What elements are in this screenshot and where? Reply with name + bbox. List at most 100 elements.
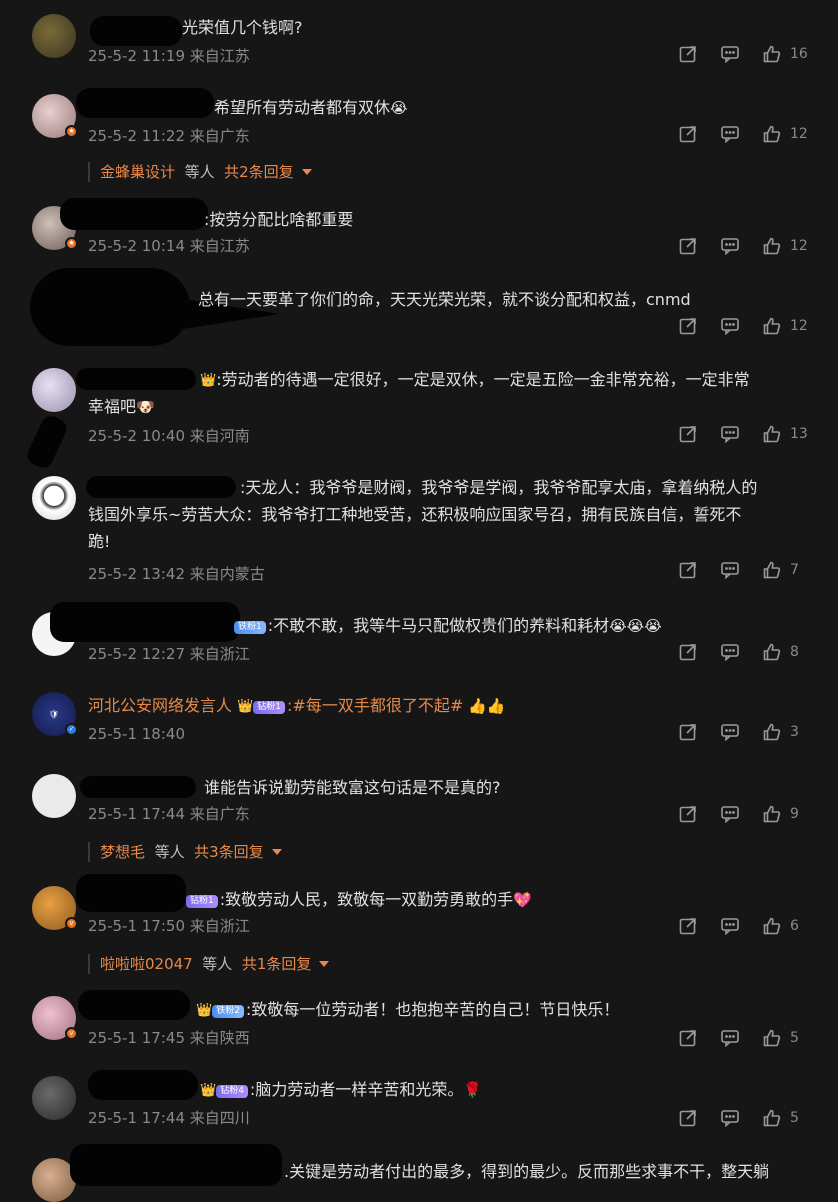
reply-user-link[interactable]: 啦啦啦02047 (100, 955, 193, 973)
share-button[interactable] (678, 916, 698, 936)
like-button[interactable]: 9 (762, 804, 808, 824)
like-icon (762, 1108, 782, 1128)
like-count: 7 (790, 562, 799, 578)
comment-icon (720, 44, 740, 64)
comment-meta: 25-5-2 12:27 来自浙江 (88, 645, 250, 663)
like-icon (762, 722, 782, 742)
avatar[interactable]: 🛡 ✓ (32, 692, 78, 736)
share-button[interactable] (678, 124, 698, 144)
like-icon (762, 560, 782, 580)
share-button[interactable] (678, 316, 698, 336)
comment-icon (720, 424, 740, 444)
like-button[interactable]: 16 (762, 44, 808, 64)
share-icon (678, 1028, 698, 1048)
avatar[interactable]: v (32, 996, 78, 1040)
like-count: 5 (790, 1110, 799, 1126)
comment-text: .关键是劳动者付出的最多，得到的最少。反而那些求事不干，整天躺 (284, 1162, 770, 1181)
reply-user-link[interactable]: 金蜂巢设计 (100, 163, 175, 181)
reply-count[interactable]: 共1条回复 (242, 955, 312, 973)
reply-button[interactable] (720, 316, 740, 336)
share-button[interactable] (678, 424, 698, 444)
share-button[interactable] (678, 804, 698, 824)
avatar[interactable] (32, 476, 76, 520)
avatar[interactable] (32, 14, 76, 58)
reply-button[interactable] (720, 722, 740, 742)
reply-button[interactable] (720, 1108, 740, 1128)
verified-badge-icon: ★ (65, 125, 78, 138)
comment-actions: 13 (678, 424, 808, 444)
reply-button[interactable] (720, 642, 740, 662)
reply-button[interactable] (720, 804, 740, 824)
reply-user-link[interactable]: 梦想毛 (100, 843, 145, 861)
fan-badge: 钻粉4 (216, 1085, 248, 1098)
avatar[interactable]: v (32, 886, 78, 930)
share-button[interactable] (678, 1108, 698, 1128)
like-button[interactable]: 13 (762, 424, 808, 444)
like-button[interactable]: 12 (762, 316, 808, 336)
like-button[interactable]: 7 (762, 560, 808, 580)
share-icon (678, 560, 698, 580)
reply-button[interactable] (720, 236, 740, 256)
comment-text: 希望所有劳动者都有双休😭 (214, 98, 408, 117)
like-count: 12 (790, 126, 808, 142)
share-button[interactable] (678, 560, 698, 580)
avatar[interactable] (32, 774, 76, 818)
chevron-down-icon[interactable] (319, 961, 330, 967)
reply-count[interactable]: 共3条回复 (194, 843, 264, 861)
like-button[interactable]: 5 (762, 1028, 808, 1048)
like-button[interactable]: 5 (762, 1108, 808, 1128)
comment-icon (720, 804, 740, 824)
doge-emoji-icon: 🐶 (136, 398, 155, 416)
reply-button[interactable] (720, 916, 740, 936)
comment-text: 👑:劳动者的待遇一定很好，一定是双休，一定是五险一金非常充裕，一定非常 (88, 366, 806, 394)
reply-button[interactable] (720, 44, 740, 64)
comment-text: 光荣值几个钱啊? (182, 18, 303, 37)
share-button[interactable] (678, 722, 698, 742)
comment-actions: 3 (678, 722, 808, 742)
share-icon (678, 722, 698, 742)
crown-icon: 👑 (237, 699, 254, 714)
share-button[interactable] (678, 642, 698, 662)
chevron-down-icon[interactable] (301, 169, 312, 175)
reply-button[interactable] (720, 560, 740, 580)
reply-etc: 等人 (184, 163, 215, 181)
username-link[interactable]: 河北公安网络发言人 (88, 696, 232, 715)
comment-actions: 16 (678, 44, 808, 64)
comment-icon (720, 916, 740, 936)
share-button[interactable] (678, 1028, 698, 1048)
comment-text-line2: 钱国外享乐~劳苦大众：我爷爷打工种地受苦，还积极响应国家号召，拥有民族自信，誓死… (88, 505, 742, 524)
like-button[interactable]: 6 (762, 916, 808, 936)
avatar[interactable]: ★ (32, 94, 78, 138)
reply-button[interactable] (720, 124, 740, 144)
like-icon (762, 316, 782, 336)
like-button[interactable]: 3 (762, 722, 808, 742)
comment-meta: 25-5-2 10:14 来自江苏 (88, 237, 250, 255)
share-button[interactable] (678, 236, 698, 256)
comment-actions: 9 (678, 804, 808, 824)
like-button[interactable]: 12 (762, 124, 808, 144)
comment-text: :天龙人：我爷爷是财阀，我爷爷是学阀，我爷爷配享太庙，拿着纳税人的 (240, 478, 758, 497)
reply-count[interactable]: 共2条回复 (224, 163, 294, 181)
chevron-down-icon[interactable] (271, 849, 282, 855)
like-count: 6 (790, 918, 799, 934)
comment-text: 谁能告诉说勤劳能致富这句话是不是真的? (204, 778, 501, 797)
comment-actions: 6 (678, 916, 808, 936)
like-button[interactable]: 12 (762, 236, 808, 256)
like-icon (762, 424, 782, 444)
reply-summary[interactable]: 金蜂巢设计 等人 共2条回复 (88, 162, 312, 182)
reply-summary[interactable]: 啦啦啦02047 等人 共1条回复 (88, 954, 330, 974)
avatar[interactable] (32, 368, 76, 412)
like-icon (762, 1028, 782, 1048)
hashtag-link[interactable]: :#每一双手都很了不起# (287, 696, 463, 715)
reply-summary[interactable]: 梦想毛 等人 共3条回复 (88, 842, 282, 862)
comment-text-line2: 幸福吧🐶 (88, 397, 155, 416)
crying-emoji-icon: 😭 (390, 99, 408, 117)
reply-button[interactable] (720, 1028, 740, 1048)
share-button[interactable] (678, 44, 698, 64)
crown-icon: 👑 (200, 1083, 217, 1098)
comment-icon (720, 236, 740, 256)
avatar[interactable] (32, 1076, 76, 1120)
like-count: 16 (790, 46, 808, 62)
reply-button[interactable] (720, 424, 740, 444)
like-button[interactable]: 8 (762, 642, 808, 662)
